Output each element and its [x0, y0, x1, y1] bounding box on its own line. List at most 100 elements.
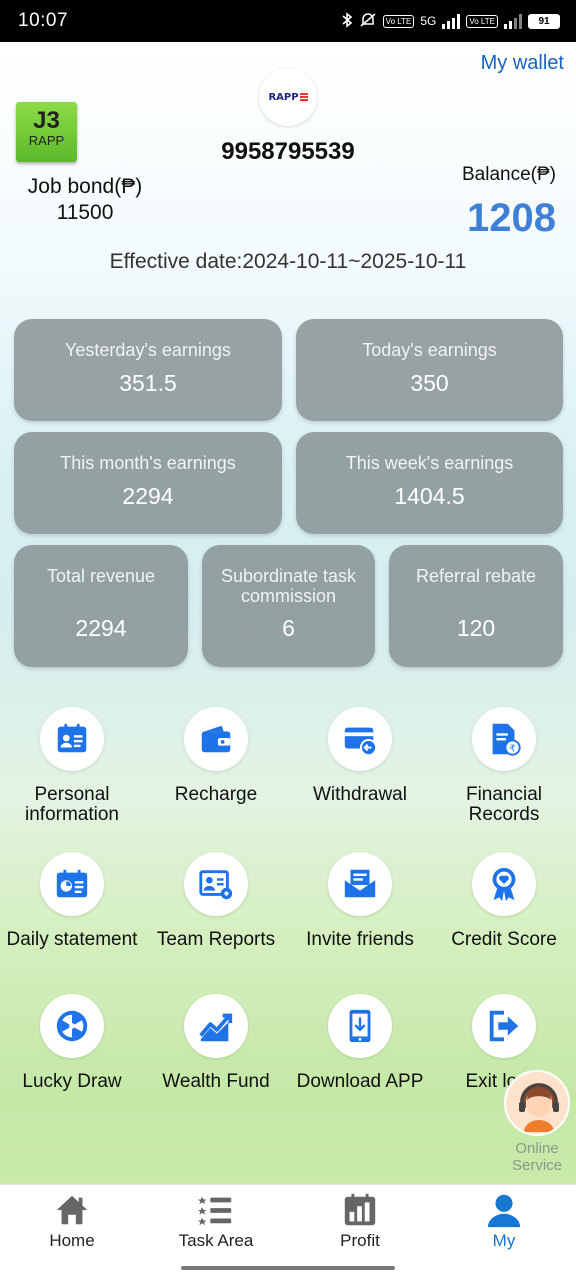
online-service-button[interactable]: Online Service	[502, 1070, 572, 1174]
card-value: 2294	[122, 483, 174, 509]
referral-rebate-card: Referral rebate 120	[389, 545, 563, 667]
online-service-label: Online Service	[511, 1140, 563, 1174]
award-ribbon-icon	[472, 852, 536, 916]
account-phone: 9958795539	[221, 138, 355, 165]
job-bond-label: Job bond(₱)	[27, 175, 143, 198]
menu-label: Wealth Fund	[162, 1071, 270, 1092]
gesture-handle[interactable]	[181, 1266, 395, 1270]
card-label: Yesterday's earnings	[65, 340, 231, 360]
tab-profit[interactable]: Profit	[288, 1185, 432, 1256]
effective-date: Effective date:2024-10-11~2025-10-11	[109, 250, 467, 273]
signal-icon	[442, 13, 461, 29]
card-label: Subordinate task commission	[220, 566, 357, 606]
my-wallet-link[interactable]: My wallet	[481, 52, 564, 75]
menu-label: Lucky Draw	[22, 1071, 122, 1092]
status-icons: Vo LTE 5G Vo LTE 91	[341, 11, 560, 31]
team-reports-icon	[184, 852, 248, 916]
card-label: Total revenue	[46, 566, 156, 586]
trend-chart-icon	[184, 994, 248, 1058]
tab-label: Home	[49, 1231, 95, 1250]
envelope-icon	[328, 852, 392, 916]
tab-label: Task Area	[178, 1231, 254, 1250]
menu-download-app[interactable]: Download APP	[288, 994, 432, 1092]
list-icon	[144, 1191, 288, 1229]
balance-label: Balance(₱)	[462, 164, 556, 185]
tab-home[interactable]: Home	[0, 1185, 144, 1256]
menu-label: Credit Score	[451, 929, 557, 950]
level-badge: J3 RAPP	[16, 102, 77, 162]
wheel-icon	[40, 994, 104, 1058]
job-bond-value: 11500	[56, 201, 114, 224]
wallet-icon	[184, 707, 248, 771]
tab-label: My	[492, 1231, 516, 1250]
subordinate-commission-card: Subordinate task commission 6	[202, 545, 375, 667]
menu-recharge[interactable]: Recharge	[144, 707, 288, 805]
daily-statement-icon	[40, 852, 104, 916]
menu-label: Personal information	[25, 784, 119, 825]
home-icon	[0, 1191, 144, 1229]
menu-label: Withdrawal	[313, 784, 407, 805]
exit-icon	[472, 994, 536, 1058]
bluetooth-icon	[341, 11, 353, 31]
gesture-bar	[0, 1256, 576, 1280]
total-revenue-card: Total revenue 2294	[14, 545, 188, 667]
card-value: 351.5	[119, 370, 177, 396]
card-value: 350	[410, 370, 449, 396]
menu-label: Financial Records	[465, 784, 543, 825]
volte-badge-2: Vo LTE	[466, 14, 498, 28]
card-value: 120	[456, 615, 496, 641]
level-brand: RAPP	[28, 133, 65, 148]
level-code: J3	[33, 107, 60, 134]
menu-financial-records[interactable]: ₹ Financial Records	[432, 707, 576, 825]
menu-label: Invite friends	[306, 929, 414, 950]
signal-icon-2	[504, 13, 522, 29]
today-earnings-card: Today's earnings 350	[296, 319, 563, 421]
tab-label: Profit	[340, 1231, 380, 1250]
yesterday-earnings-card: Yesterday's earnings 351.5	[14, 319, 282, 421]
person-icon	[432, 1191, 576, 1229]
menu-lucky-draw[interactable]: Lucky Draw	[0, 994, 144, 1092]
card-label: Referral rebate	[415, 566, 537, 586]
menu-label: Daily statement	[6, 929, 138, 950]
support-agent-icon	[504, 1070, 570, 1136]
phone-download-icon	[328, 994, 392, 1058]
card-value: 6	[282, 615, 295, 641]
mute-icon	[359, 12, 377, 31]
id-card-icon	[40, 707, 104, 771]
card-withdraw-icon	[328, 707, 392, 771]
month-earnings-card: This month's earnings 2294	[14, 432, 282, 534]
status-bar: 10:07 Vo LTE 5G Vo LTE 91	[0, 0, 576, 42]
battery-icon: 91	[528, 13, 560, 29]
profile-page: My wallet RAPP 9958795539 J3 RAPP Job bo…	[0, 42, 576, 1184]
card-label: This week's earnings	[345, 453, 514, 473]
document-rupee-icon: ₹	[472, 707, 536, 771]
volte-badge: Vo LTE	[382, 14, 415, 28]
menu-daily-statement[interactable]: Daily statement	[0, 852, 144, 950]
week-earnings-card: This week's earnings 1404.5	[296, 432, 563, 534]
job-bond: Job bond(₱) 11500	[10, 174, 160, 226]
network-type: 5G	[420, 14, 437, 28]
app-logo: RAPP	[259, 68, 317, 126]
svg-text:₹: ₹	[510, 743, 516, 754]
bar-chart-icon	[288, 1191, 432, 1229]
bottom-tab-bar: Home Task Area Profit My	[0, 1184, 576, 1256]
balance-value: 1208	[467, 196, 556, 240]
balance: Balance(₱) 1208	[462, 164, 556, 241]
menu-invite-friends[interactable]: Invite friends	[288, 852, 432, 950]
menu-withdrawal[interactable]: Withdrawal	[288, 707, 432, 805]
card-label: Today's earnings	[362, 340, 497, 360]
status-time: 10:07	[18, 10, 69, 31]
menu-label: Recharge	[174, 784, 258, 805]
menu-team-reports[interactable]: Team Reports	[144, 852, 288, 950]
menu-credit-score[interactable]: Credit Score	[432, 852, 576, 950]
logo-text: RAPP	[268, 91, 299, 103]
menu-wealth-fund[interactable]: Wealth Fund	[144, 994, 288, 1092]
card-value: 1404.5	[394, 483, 465, 509]
tab-task-area[interactable]: Task Area	[144, 1185, 288, 1256]
tab-my[interactable]: My	[432, 1185, 576, 1256]
menu-personal-information[interactable]: Personal information	[0, 707, 144, 825]
logo-mark-icon	[299, 93, 308, 101]
card-label: This month's earnings	[60, 453, 236, 473]
menu-label: Download APP	[296, 1071, 424, 1092]
menu-label: Team Reports	[156, 929, 276, 950]
